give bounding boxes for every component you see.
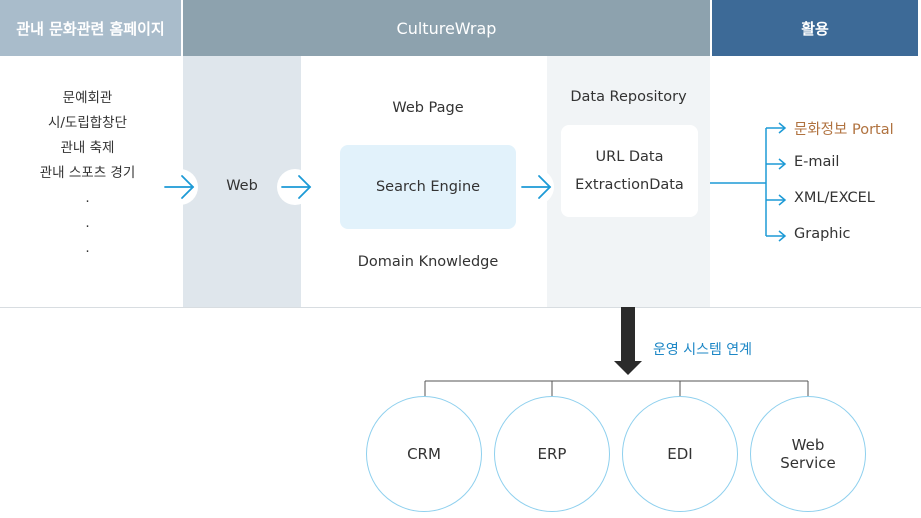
extraction-data-label: ExtractionData — [575, 177, 684, 193]
url-data-label: URL Data — [595, 149, 664, 165]
system-crm: CRM — [366, 396, 482, 512]
system-label: CRM — [407, 445, 441, 463]
url-data-box: URL Data ExtractionData — [561, 125, 698, 217]
web-page-label: Web Page — [392, 100, 464, 116]
search-engine-label: Search Engine — [375, 179, 481, 195]
system-edi: EDI — [622, 396, 738, 512]
web-label: Web — [226, 178, 258, 194]
output-culture-portal: 문화정보 Portal — [794, 122, 894, 138]
domain-knowledge-label: Domain Knowledge — [357, 254, 499, 270]
system-label: ERP — [537, 445, 567, 463]
search-engine-box: Search Engine — [340, 145, 516, 229]
system-web-service: Web Service — [750, 396, 866, 512]
system-label: Web Service — [780, 436, 836, 472]
system-erp: ERP — [494, 396, 610, 512]
data-repository-title: Data Repository — [570, 89, 687, 105]
output-email: E-mail — [794, 154, 840, 170]
system-label: EDI — [667, 445, 693, 463]
ops-system-link-label: 운영 시스템 연계 — [653, 342, 753, 358]
output-xml-excel: XML/EXCEL — [794, 190, 875, 206]
output-graphic: Graphic — [794, 226, 851, 242]
